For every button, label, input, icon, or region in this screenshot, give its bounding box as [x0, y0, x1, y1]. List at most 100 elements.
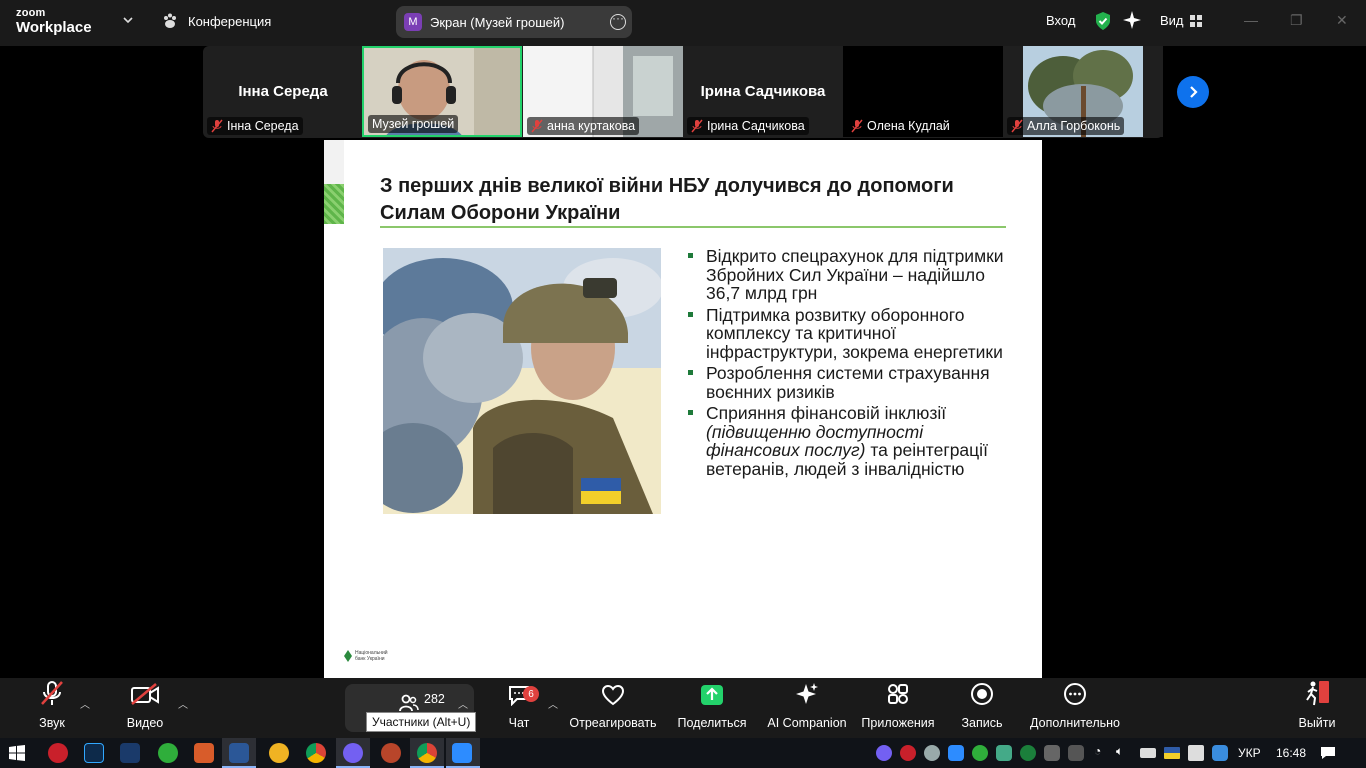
participant-tile[interactable]: Ірина Садчикова Ірина Садчикова	[683, 46, 843, 137]
windows-start-icon[interactable]	[9, 745, 25, 761]
participants-count: 282	[424, 692, 445, 706]
tray-app3-icon[interactable]	[1020, 745, 1036, 761]
tray-drive-icon[interactable]	[1044, 745, 1060, 761]
tray-sync-icon[interactable]	[1212, 745, 1228, 761]
close-icon[interactable]: ✕	[1336, 12, 1348, 29]
participant-tile[interactable]: Олена Кудлай	[843, 46, 1003, 137]
record-button[interactable]: Запись	[956, 678, 1008, 738]
participants-icon	[399, 694, 419, 712]
language-indicator[interactable]: УКР	[1238, 746, 1261, 760]
grid-icon	[1189, 14, 1202, 27]
tray-opera-icon[interactable]	[900, 745, 916, 761]
app-gear-icon[interactable]	[194, 743, 214, 763]
tray-viber-icon[interactable]	[876, 745, 892, 761]
mic-muted-icon	[1011, 119, 1023, 133]
more-options-icon[interactable]	[610, 11, 626, 30]
windows-taskbar: ◔ 🔈︎ УКР 16:48	[0, 738, 1366, 768]
chrome-icon[interactable]	[306, 743, 326, 763]
leave-icon	[1306, 681, 1329, 706]
react-label: Отреагировать	[569, 716, 657, 730]
audio-button[interactable]: Звук	[22, 678, 82, 738]
word-icon[interactable]	[229, 743, 249, 763]
participant-label: Музей грошей	[368, 115, 459, 133]
tray-app2-icon[interactable]	[996, 745, 1012, 761]
more-icon	[1064, 683, 1086, 705]
chevron-down-icon[interactable]	[122, 14, 134, 26]
tray-torrent-icon[interactable]	[972, 745, 988, 761]
nbu-logo-text: Національний банк України	[355, 650, 388, 662]
more-label: Дополнительно	[1030, 716, 1120, 730]
next-page-button[interactable]	[1177, 76, 1209, 108]
logo-workplace-text: Workplace	[16, 19, 92, 36]
tray-network-icon[interactable]	[1068, 745, 1084, 761]
participant-tile[interactable]: анна куртакова	[523, 46, 683, 137]
audio-options-caret-icon[interactable]: ︿	[80, 696, 90, 711]
participant-tile-active[interactable]: Музей грошей	[362, 46, 522, 137]
more-button[interactable]: Дополнительно	[1028, 678, 1122, 738]
view-label: Вид	[1160, 13, 1184, 28]
participant-label: Інна Середа	[207, 117, 303, 135]
viber-icon[interactable]	[343, 743, 363, 763]
mic-muted-icon	[691, 119, 703, 133]
photoshop-icon[interactable]	[84, 743, 104, 763]
clock[interactable]: 16:48	[1276, 746, 1306, 760]
chrome-icon[interactable]	[417, 743, 437, 763]
ai-sparkle-icon[interactable]	[1122, 10, 1142, 30]
chevron-right-icon	[1190, 86, 1198, 98]
video-button[interactable]: Видео	[115, 678, 175, 738]
zoom-logo[interactable]: zoom Workplace	[16, 8, 92, 36]
participant-tile[interactable]: Алла Горбоконь	[1003, 46, 1163, 137]
bullet-item: Сприяння фінансовій інклюзії (підвищенню…	[686, 404, 1006, 478]
mic-muted-icon	[211, 119, 223, 133]
bullet-item: Відкрито спецрахунок для підтримки Зброй…	[686, 247, 1006, 303]
ai-companion-button[interactable]: AI Companion	[766, 678, 848, 738]
apps-button[interactable]: Приложения	[858, 678, 938, 738]
sign-in-link[interactable]: Вход	[1046, 13, 1075, 28]
opera-icon[interactable]	[48, 743, 68, 763]
share-screen-icon	[701, 685, 723, 705]
bullet-item: Підтримка розвитку оборонного комплексу …	[686, 305, 1006, 362]
share-button[interactable]: Поделиться	[676, 678, 748, 738]
battery-icon[interactable]	[1140, 748, 1156, 758]
react-button[interactable]: Отреагировать	[568, 678, 658, 738]
app-triangle-icon[interactable]	[269, 743, 289, 763]
participant-label: Олена Кудлай	[847, 117, 954, 135]
ai-sparkle-icon	[796, 683, 818, 704]
video-options-caret-icon[interactable]: ︿	[178, 696, 188, 711]
chat-button[interactable]: Чат	[494, 678, 544, 738]
wifi-icon[interactable]: ◔	[1094, 744, 1101, 758]
participant-label-text: Музей грошей	[372, 117, 455, 131]
participant-label-text: Ірина Садчикова	[707, 119, 805, 133]
leave-button[interactable]: Выйти	[1294, 678, 1340, 738]
slide-bullets: Відкрито спецрахунок для підтримки Зброй…	[686, 247, 1006, 481]
participant-label: анна куртакова	[527, 117, 640, 135]
screen-share-pill[interactable]: M Экран (Музей грошей)	[396, 6, 632, 38]
mic-muted-icon	[851, 119, 863, 133]
bullet-item: Розроблення системи страхування воєнних …	[686, 364, 1006, 401]
participant-label-text: Алла Горбоконь	[1027, 119, 1121, 133]
save-disk-icon[interactable]	[120, 743, 140, 763]
camera-off-icon	[131, 683, 159, 705]
chat-options-caret-icon[interactable]: ︿	[548, 696, 558, 711]
shield-check-icon[interactable]	[1094, 11, 1112, 31]
tray-app-icon[interactable]	[924, 745, 940, 761]
participant-tile[interactable]: Інна Середа Інна Середа	[203, 46, 363, 137]
tray-zoom-icon[interactable]	[948, 745, 964, 761]
nbu-logo: Національний банк України	[344, 650, 399, 662]
notifications-icon[interactable]	[1320, 746, 1336, 760]
maximize-icon[interactable]: ❐	[1290, 12, 1303, 29]
view-menu[interactable]: Вид	[1160, 13, 1202, 28]
minimize-icon[interactable]: —	[1244, 12, 1258, 28]
participant-label: Алла Горбоконь	[1007, 117, 1125, 135]
volume-icon[interactable]: 🔈︎	[1116, 744, 1123, 759]
conference-menu[interactable]: Конференция	[162, 13, 271, 29]
meeting-toolbar: Звук ︿ Видео ︿ 282 ︿ Чат 6 ︿ Отреагирова…	[0, 678, 1366, 738]
ukraine-flag-icon[interactable]	[1164, 747, 1180, 759]
record-label: Запись	[961, 716, 1003, 730]
shield-tray-icon[interactable]	[1188, 745, 1204, 761]
mic-muted-icon	[41, 681, 63, 705]
app-round-icon[interactable]	[381, 743, 401, 763]
zoom-app-icon[interactable]	[452, 743, 472, 763]
participants-options-caret-icon[interactable]: ︿	[458, 696, 468, 711]
torrent-icon[interactable]	[158, 743, 178, 763]
